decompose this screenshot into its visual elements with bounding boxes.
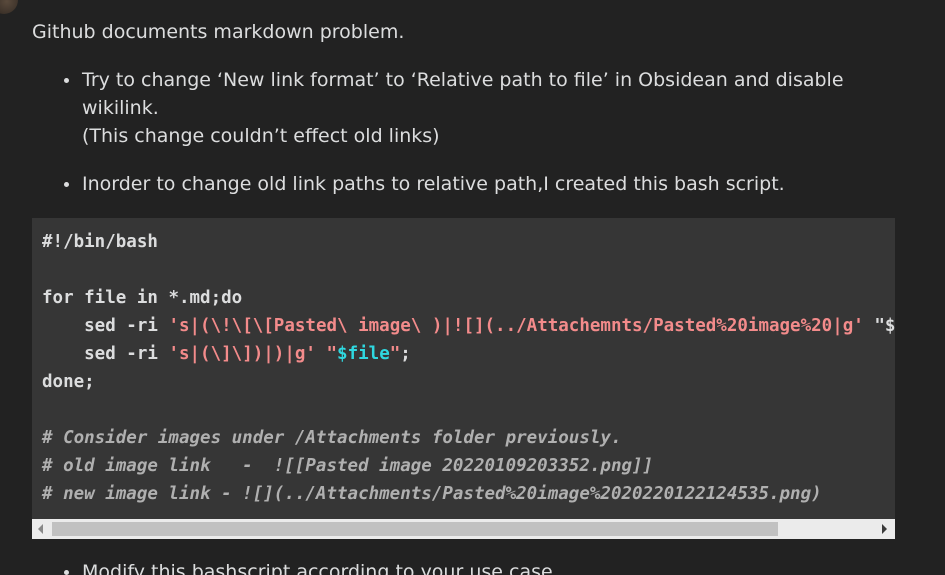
code-keyword: do bbox=[221, 288, 243, 308]
code-string: " bbox=[389, 344, 401, 364]
code-shebang: #!/bin/bash bbox=[42, 232, 158, 252]
code-block: #!/bin/bash for file in *.md;do sed -ri … bbox=[32, 218, 895, 539]
code-keyword: done bbox=[42, 372, 85, 392]
code-comment: # new image link - ![](../Attachments/Pa… bbox=[42, 484, 822, 504]
code-area: #!/bin/bash for file in *.md;do sed -ri … bbox=[32, 218, 895, 519]
list-item: Try to change ‘New link format’ to ‘Rela… bbox=[62, 66, 862, 150]
bullet-list-top: Try to change ‘New link format’ to ‘Rela… bbox=[62, 66, 862, 150]
bullet-list-third: Modify this bashscript according to your… bbox=[62, 558, 862, 575]
list-item: Modify this bashscript according to your… bbox=[62, 558, 862, 575]
avatar bbox=[0, 0, 18, 14]
intro-paragraph: Github documents markdown problem. bbox=[32, 21, 405, 43]
list-item-line: Try to change ‘New link format’ to ‘Rela… bbox=[82, 69, 844, 91]
code-text: "$file"; bbox=[874, 316, 895, 336]
code-keyword: for bbox=[42, 288, 74, 308]
code-text: sed -ri bbox=[42, 344, 169, 364]
code-text: sed -ri bbox=[42, 316, 169, 336]
code-string: " bbox=[326, 344, 338, 364]
code-comment: # old image link - ![[Pasted image 20220… bbox=[42, 456, 654, 476]
horizontal-scrollbar[interactable] bbox=[32, 519, 895, 539]
bash-code: #!/bin/bash for file in *.md;do sed -ri … bbox=[32, 218, 895, 518]
code-variable: $file bbox=[337, 344, 390, 364]
code-string: 's|(\]\])|)|g' bbox=[168, 344, 316, 364]
bullet-list-second: Inorder to change old link paths to rela… bbox=[62, 170, 862, 198]
scroll-left-icon[interactable] bbox=[38, 524, 43, 534]
document-view: Github documents markdown problem. Try t… bbox=[0, 0, 945, 575]
code-comment: # Consider images under /Attachments fol… bbox=[42, 428, 622, 448]
code-string: 's|(\!\[\[Pasted\ image\ )|![](../Attach… bbox=[168, 316, 864, 336]
list-item-line: wikilink. bbox=[82, 97, 159, 119]
code-text: file bbox=[73, 288, 137, 308]
code-text: ; bbox=[84, 372, 95, 392]
scroll-right-icon[interactable] bbox=[882, 524, 887, 534]
list-item: Inorder to change old link paths to rela… bbox=[62, 170, 862, 198]
code-keyword: in bbox=[136, 288, 158, 308]
list-item-line: (This change couldn’t effect old links) bbox=[82, 125, 440, 147]
code-text: *.md; bbox=[157, 288, 222, 308]
code-text: ; bbox=[400, 344, 411, 364]
scrollbar-thumb[interactable] bbox=[52, 522, 778, 536]
